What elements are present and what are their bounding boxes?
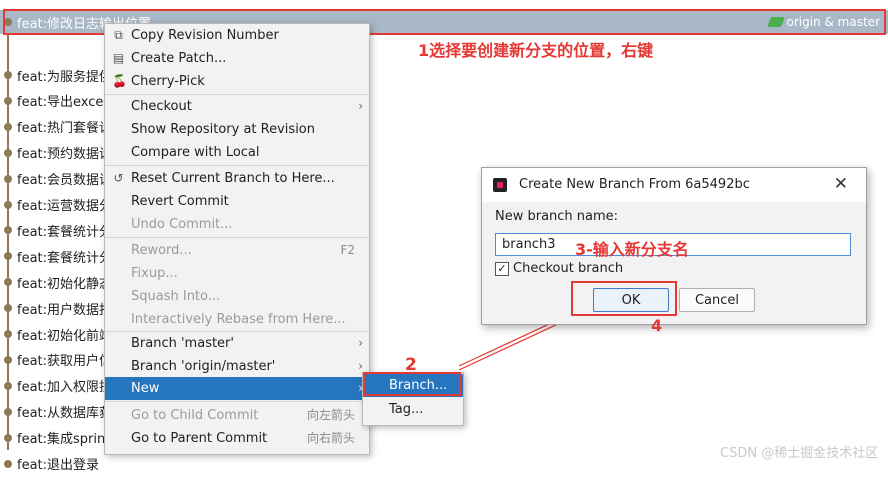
menu-item-create-patch[interactable]: ▤ Create Patch... xyxy=(105,47,369,70)
commit-dot xyxy=(4,381,12,390)
commit-dot xyxy=(4,407,12,416)
intellij-icon xyxy=(493,178,507,192)
checkout-branch-label: Checkout branch xyxy=(513,261,624,276)
reset-icon: ↺ xyxy=(113,171,124,185)
menu-label: Squash Into... xyxy=(131,289,221,304)
dialog-titlebar: Create New Branch From 6a5492bc ✕ xyxy=(482,168,866,202)
menu-item-goto-parent[interactable]: Go to Parent Commit 向右箭头 xyxy=(105,427,369,450)
commit-message: feat:运营数据分 xyxy=(17,199,113,214)
ok-highlight-box xyxy=(571,281,677,316)
commit-message: feat:获取用户信 xyxy=(17,354,113,370)
commit-message: feat:预约数据设 xyxy=(17,147,113,163)
menu-item-show-repository[interactable]: Show Repository at Revision xyxy=(105,118,369,141)
commit-dot xyxy=(4,174,12,183)
menu-label: Reword... xyxy=(131,243,192,258)
menu-label: Go to Child Commit xyxy=(131,408,259,423)
commit-message: feat:用户数据报 xyxy=(17,302,113,318)
menu-item-cherry-pick[interactable]: 🍒 Cherry-Pick xyxy=(105,70,369,93)
commit-message: feat:集成spring xyxy=(17,432,114,448)
shortcut-label: 向左箭头 xyxy=(306,408,355,422)
menu-label: Show Repository at Revision xyxy=(131,122,315,137)
menu-label: Branch 'origin/master' xyxy=(131,359,276,374)
cherry-icon: 🍒 xyxy=(112,74,127,88)
patch-icon: ▤ xyxy=(112,51,125,65)
commit-message: feat:会员数据设 xyxy=(17,173,113,189)
commit-message: feat:热门套餐设 xyxy=(17,121,113,137)
commit-message: feat:初始化前端 xyxy=(17,328,113,344)
menu-item-new[interactable]: New › xyxy=(105,377,369,400)
commit-dot xyxy=(4,122,12,131)
watermark: CSDN @稀土掘金技术社区 xyxy=(720,446,879,461)
annotation-step2: 2 xyxy=(405,355,417,375)
commit-dot xyxy=(4,278,12,287)
menu-separator xyxy=(105,237,369,238)
annotation-step4: 4 xyxy=(651,316,663,335)
commit-dot xyxy=(4,96,12,105)
menu-label: Reset Current Branch to Here... xyxy=(131,171,335,186)
menu-item-goto-child: Go to Child Commit 向左箭头 xyxy=(105,404,369,427)
menu-label: Undo Commit... xyxy=(131,217,233,232)
commit-dot xyxy=(4,252,12,261)
commit-message: feat:套餐统计分 xyxy=(17,224,113,240)
menu-item-undo-commit: Undo Commit... xyxy=(105,213,369,236)
annotation-step3: 3-输入新分支名 xyxy=(575,240,689,259)
menu-item-interactive-rebase: Interactively Rebase from Here... xyxy=(105,308,369,331)
menu-label: Cherry-Pick xyxy=(131,74,205,89)
menu-separator xyxy=(105,401,369,402)
submenu-item-tag[interactable]: Tag... xyxy=(363,398,463,421)
commit-dot xyxy=(4,433,12,442)
commit-message: feat:从数据库获 xyxy=(17,406,113,422)
checkout-branch-checkbox[interactable]: ✓ Checkout branch xyxy=(495,261,623,276)
menu-item-reword: Reword... F2 xyxy=(105,239,369,262)
menu-item-compare-local[interactable]: Compare with Local xyxy=(105,141,369,164)
menu-label: Branch 'master' xyxy=(131,336,234,351)
commit-message: feat:套餐统计分 xyxy=(17,250,113,266)
branch-highlight-box xyxy=(363,372,461,396)
commit-message: feat:加入权限技 xyxy=(17,380,113,396)
context-menu: ⧉ Copy Revision Number ▤ Create Patch...… xyxy=(104,23,370,455)
menu-label: Copy Revision Number xyxy=(131,28,279,43)
commit-dot xyxy=(4,355,12,364)
menu-item-reset-branch[interactable]: ↺ Reset Current Branch to Here... xyxy=(105,167,369,190)
menu-label: Checkout xyxy=(131,99,192,114)
commit-message: feat:退出登录 xyxy=(17,458,100,473)
commit-message: feat:导出excel xyxy=(17,95,108,111)
close-icon[interactable]: ✕ xyxy=(834,174,848,194)
menu-separator xyxy=(105,165,369,166)
commit-dot xyxy=(4,459,12,468)
dialog-title: Create New Branch From 6a5492bc xyxy=(519,177,750,192)
shortcut-label: 向右箭头 xyxy=(306,431,355,445)
checkmark-icon[interactable]: ✓ xyxy=(495,261,509,276)
menu-label: Interactively Rebase from Here... xyxy=(131,312,346,327)
branch-name-label: New branch name: xyxy=(495,209,619,224)
menu-item-checkout[interactable]: Checkout › xyxy=(105,95,369,118)
menu-item-fixup: Fixup... xyxy=(105,262,369,285)
menu-item-branch-master[interactable]: Branch 'master' › xyxy=(105,332,369,355)
menu-item-branch-origin-master[interactable]: Branch 'origin/master' › xyxy=(105,355,369,378)
menu-item-revert-commit[interactable]: Revert Commit xyxy=(105,190,369,213)
menu-label: Create Patch... xyxy=(131,51,227,66)
commit-dot xyxy=(4,304,12,313)
commit-message: feat:初始化静态 xyxy=(17,276,113,292)
menu-label: Fixup... xyxy=(131,266,178,281)
commit-dot xyxy=(4,200,12,209)
commit-dot xyxy=(4,148,12,157)
menu-item-copy-revision[interactable]: ⧉ Copy Revision Number xyxy=(105,24,369,47)
shortcut-label: F2 xyxy=(340,243,355,257)
commit-dot xyxy=(4,226,12,235)
annotation-step1: 1选择要创建新分支的位置，右键 xyxy=(418,41,654,60)
menu-label: Revert Commit xyxy=(131,194,229,209)
commit-message: feat:为服务提供 xyxy=(17,69,113,85)
menu-item-squash: Squash Into... xyxy=(105,285,369,308)
copy-icon: ⧉ xyxy=(114,28,123,42)
chevron-right-icon: › xyxy=(358,336,363,350)
commit-dot xyxy=(4,71,12,79)
menu-label: New xyxy=(131,381,160,396)
chevron-right-icon: › xyxy=(358,99,363,113)
cancel-button[interactable]: Cancel xyxy=(679,288,755,312)
menu-label: Go to Parent Commit xyxy=(131,431,268,446)
commit-dot xyxy=(4,330,12,338)
menu-label: Compare with Local xyxy=(131,145,260,160)
submenu-label: Tag... xyxy=(389,402,424,417)
